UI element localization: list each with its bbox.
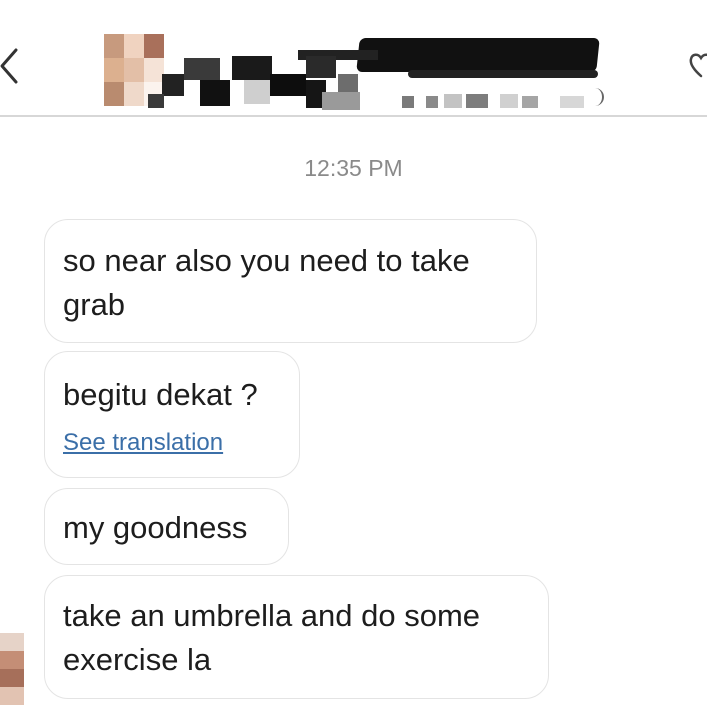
contact-name-redacted (148, 34, 608, 112)
message-bubble[interactable]: begitu dekat ? See translation (44, 351, 300, 478)
message-text: begitu dekat ? (63, 377, 258, 412)
avatar-pixel (0, 633, 24, 651)
heart-icon (689, 53, 707, 78)
avatar-pixel (124, 58, 144, 82)
message-timestamp: 12:35 PM (304, 155, 403, 181)
sender-avatar[interactable] (0, 633, 24, 707)
see-translation-link[interactable]: See translation (63, 428, 281, 458)
message-text: take an umbrella and do some exercise la (63, 598, 481, 677)
chat-header (0, 0, 707, 117)
message-bubble[interactable]: take an umbrella and do some exercise la (44, 575, 549, 699)
chevron-left-icon (0, 48, 18, 84)
message-text: my goodness (63, 510, 248, 545)
avatar-pixel (124, 82, 144, 106)
message-bubble[interactable]: so near also you need to take grab (44, 219, 537, 343)
avatar-pixel (0, 687, 24, 705)
message-bubble[interactable]: my goodness (44, 488, 289, 565)
heart-button[interactable] (688, 46, 707, 82)
message-text: so near also you need to take grab (63, 243, 470, 322)
avatar-pixel (124, 34, 144, 58)
avatar-pixel (0, 651, 24, 669)
avatar-pixel (104, 58, 124, 82)
avatar-pixel (104, 34, 124, 58)
back-button[interactable] (0, 44, 24, 88)
avatar-pixel (104, 82, 124, 106)
avatar-pixel (0, 669, 24, 687)
